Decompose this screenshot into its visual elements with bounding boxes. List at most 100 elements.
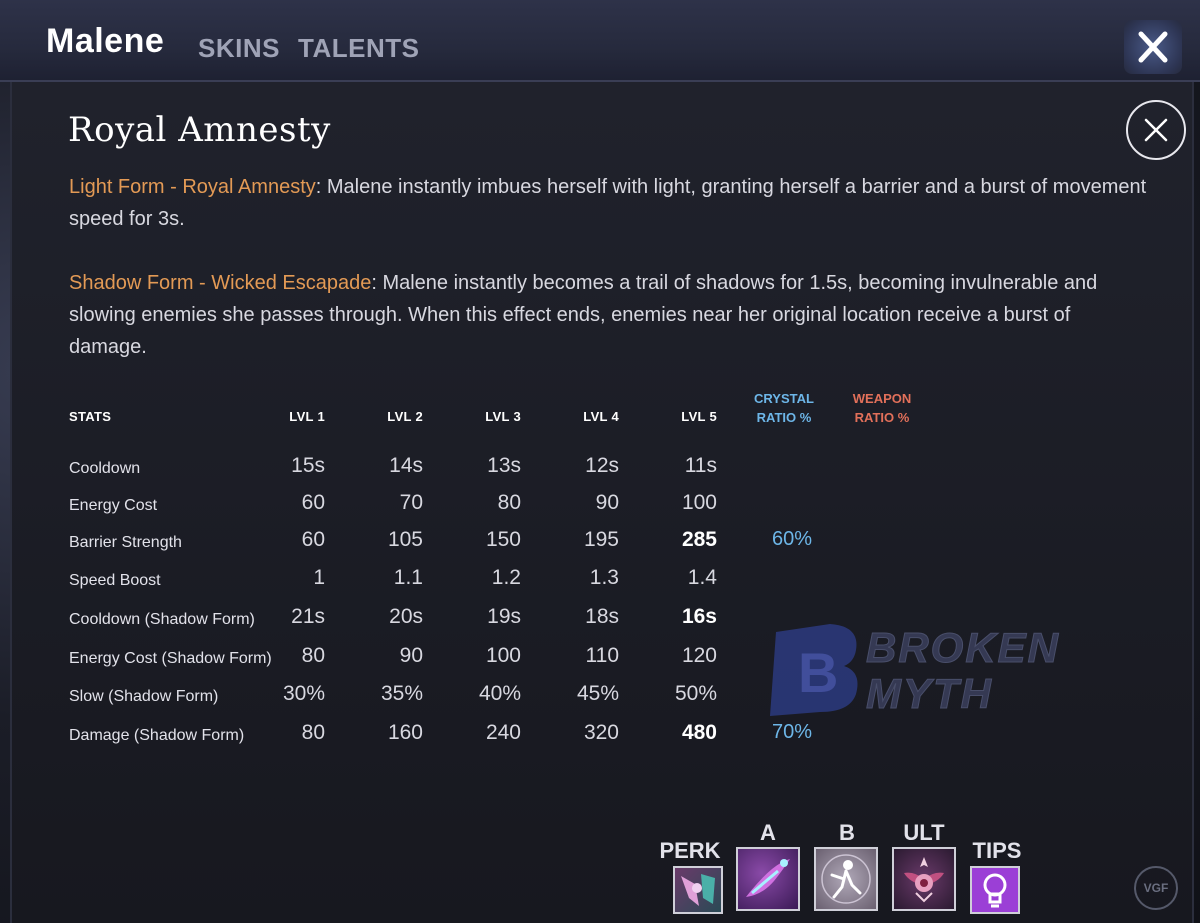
stat-value-lvl3: 19s: [487, 605, 521, 628]
close-window-button[interactable]: [1124, 20, 1182, 74]
ability-a-icon: [746, 859, 790, 897]
stat-value-lvl1: 15s: [291, 454, 325, 477]
stat-value-lvl5: 11s: [684, 454, 717, 477]
stat-value-lvl5: 120: [681, 644, 717, 667]
close-panel-button[interactable]: [1126, 100, 1186, 160]
shadow-form-description: Shadow Form - Wicked Escapade: Malene in…: [69, 267, 1149, 363]
stat-value-lvl4: 320: [583, 721, 619, 744]
stat-value-lvl4: 12s: [585, 454, 619, 477]
stat-value-lvl3: 100: [485, 644, 521, 667]
stat-value-lvl2: 14s: [389, 454, 423, 477]
watermark-line1: BROKEN: [866, 624, 1060, 671]
stat-value-lvl5: 480: [681, 721, 717, 744]
ultimate-icon: [904, 857, 944, 903]
weapon-ratio-header: WEAPON RATIO %: [832, 389, 932, 427]
ability-b-icon: [821, 854, 871, 904]
stat-row-energy-cost: Energy Cost 60 70 80 90 100: [0, 491, 1200, 521]
crystal-ratio-header: CRYSTAL RATIO %: [734, 389, 834, 427]
stat-value-lvl3: 150: [485, 528, 521, 551]
stat-value-lvl1: 21s: [291, 605, 325, 628]
stat-value-lvl2: 35%: [380, 682, 423, 705]
stat-value-lvl2: 70: [399, 491, 423, 514]
stat-value-lvl4: 110: [585, 644, 619, 667]
weapon-ratio-header-line1: WEAPON: [852, 391, 912, 406]
ability-a-button[interactable]: [736, 847, 800, 911]
lvl2-header: LVL 2: [387, 409, 423, 424]
stat-value-lvl3: 1.2: [491, 566, 521, 589]
nav-label-tips: TIPS: [972, 838, 1022, 863]
stat-value-lvl5: 50%: [674, 682, 717, 705]
hero-name: Malene: [46, 22, 165, 60]
ability-b-button[interactable]: [814, 847, 878, 911]
stat-value-lvl2: 105: [387, 528, 423, 551]
stat-row-damage-shadow: Damage (Shadow Form) 80 160 240 320 480 …: [0, 721, 1200, 751]
crystal-ratio-value: 60%: [771, 528, 813, 550]
stat-label: Cooldown (Shadow Form): [69, 611, 255, 628]
ultimate-button[interactable]: [892, 847, 956, 911]
stat-value-lvl1: 1: [313, 566, 325, 589]
close-icon: [1144, 118, 1168, 142]
stat-label: Barrier Strength: [69, 534, 182, 551]
header-bar: Malene SKINS TALENTS: [0, 0, 1200, 82]
stat-value-lvl5: 285: [681, 528, 717, 551]
stat-value-lvl3: 40%: [478, 682, 521, 705]
crystal-ratio-header-line2: RATIO %: [756, 410, 812, 425]
stats-header: STATS: [69, 409, 112, 424]
stat-value-lvl3: 13s: [487, 454, 521, 477]
stat-value-lvl4: 90: [595, 491, 619, 514]
stat-value-lvl1: 80: [301, 721, 325, 744]
stat-value-lvl2: 20s: [389, 605, 423, 628]
stat-label: Energy Cost: [69, 497, 158, 514]
light-form-description: Light Form - Royal Amnesty: Malene insta…: [69, 171, 1149, 235]
vgf-logo: VGF: [1134, 866, 1178, 910]
stat-row-barrier-strength: Barrier Strength 60 105 150 195 285 60%: [0, 528, 1200, 558]
stat-value-lvl5: 100: [681, 491, 717, 514]
lightbulb-icon: [983, 873, 1007, 908]
stat-value-lvl4: 1.3: [589, 566, 619, 589]
stat-label: Speed Boost: [69, 572, 161, 589]
perk-button[interactable]: [673, 866, 723, 914]
stat-value-lvl1: 80: [301, 644, 325, 667]
nav-label-ult: ULT: [903, 820, 945, 845]
stat-value-lvl2: 90: [399, 644, 423, 667]
ability-title: Royal Amnesty: [68, 110, 331, 150]
stat-label: Slow (Shadow Form): [69, 688, 219, 705]
broken-myth-logo: B BROKEN MYTH: [770, 624, 1060, 718]
stat-label: Damage (Shadow Form): [69, 727, 245, 744]
stat-value-lvl4: 18s: [585, 605, 619, 628]
stat-value-lvl2: 1.1: [393, 566, 423, 589]
nav-label-b: B: [839, 820, 855, 845]
weapon-ratio-header-line2: RATIO %: [854, 410, 910, 425]
stat-label: Cooldown: [69, 460, 141, 477]
tab-talents[interactable]: TALENTS: [298, 33, 419, 64]
watermark-letter: B: [798, 641, 838, 704]
crystal-ratio-value: 70%: [771, 721, 813, 743]
stat-label: Energy Cost (Shadow Form): [69, 650, 272, 667]
stat-value-lvl3: 80: [497, 491, 521, 514]
broken-myth-watermark: B BROKEN MYTH: [768, 612, 1118, 718]
close-x-icon: [1138, 31, 1168, 63]
stat-value-lvl1: 30%: [282, 682, 325, 705]
stat-row-cooldown: Cooldown 15s 14s 13s 12s 11s: [0, 454, 1200, 484]
stat-value-lvl3: 240: [485, 721, 521, 744]
stat-value-lvl4: 195: [583, 528, 619, 551]
stat-value-lvl2: 160: [387, 721, 423, 744]
stat-value-lvl5: 16s: [681, 605, 717, 628]
lvl5-header: LVL 5: [681, 409, 717, 424]
lvl1-header: LVL 1: [289, 409, 325, 424]
stat-value-lvl1: 60: [301, 528, 325, 551]
crystal-ratio-header-line1: CRYSTAL: [754, 391, 814, 406]
stat-value-lvl4: 45%: [576, 682, 619, 705]
shadow-form-name: Shadow Form - Wicked Escapade: [69, 272, 372, 294]
lvl4-header: LVL 4: [583, 409, 619, 424]
stat-value-lvl5: 1.4: [687, 566, 717, 589]
tips-button[interactable]: [970, 866, 1020, 914]
lvl3-header: LVL 3: [485, 409, 521, 424]
watermark-line2: MYTH: [866, 670, 993, 716]
light-form-name: Light Form - Royal Amnesty: [69, 176, 316, 198]
stat-value-lvl1: 60: [301, 491, 325, 514]
nav-label-perk: PERK: [659, 838, 721, 863]
nav-label-a: A: [760, 820, 776, 845]
tab-skins[interactable]: SKINS: [198, 33, 280, 64]
perk-icon: [681, 874, 715, 906]
